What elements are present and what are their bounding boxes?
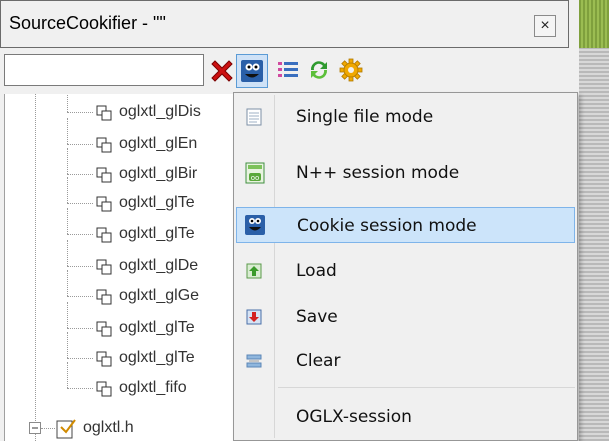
tree-item-label: oglxtl_glTe (119, 194, 195, 211)
tree-item-label: oglxtl_glGe (119, 287, 200, 304)
tree-item-label: oglxtl_glDe (119, 257, 199, 274)
menu-item-load[interactable]: Load (236, 253, 575, 289)
menu-item-label: N++ session mode (296, 163, 460, 183)
menu-item-single-file-mode[interactable]: Single file mode (236, 99, 575, 135)
refresh-icon[interactable] (306, 56, 332, 84)
tree-item-label: oglxtl_glEn (119, 135, 198, 152)
cookie-monster-icon (245, 215, 265, 235)
menu-separator (278, 387, 575, 388)
npp-session-icon: oo (245, 162, 265, 184)
symbol-node-icon (96, 381, 112, 397)
menu-item-clear[interactable]: Clear (236, 343, 575, 379)
menu-item-oglx-session[interactable]: OGLX-session (236, 399, 575, 435)
menu-item-save[interactable]: Save (236, 299, 575, 335)
symbol-node-icon (96, 321, 112, 337)
menu-item-label: Save (296, 307, 338, 327)
symbol-node-icon (96, 259, 112, 275)
symbol-node-icon (96, 351, 112, 367)
tree-item-label: oglxtl_fifo (119, 379, 187, 396)
symbol-node-icon (96, 196, 112, 212)
tree-item[interactable]: oglxtl_glGe (5, 270, 255, 310)
tree-item-label: oglxtl_glTe (119, 319, 195, 336)
menu-item-label: Single file mode (296, 107, 434, 127)
symbol-node-icon (96, 227, 112, 243)
close-button[interactable]: × (534, 15, 556, 37)
tree-item[interactable]: oglxtl_glTe (5, 332, 255, 372)
tree-item-label: oglxtl_glTe (119, 225, 195, 242)
symbol-node-icon (96, 105, 112, 121)
save-arrow-icon (246, 309, 262, 325)
load-arrow-icon (246, 263, 262, 279)
panel-title: SourceCookifier - "" (9, 13, 166, 33)
tree-item[interactable]: oglxtl_glTe (5, 208, 255, 248)
tree-item-label: oglxtl_glDis (119, 103, 201, 120)
tree-item[interactable]: oglxtl_glDe (5, 240, 255, 280)
svg-text:oo: oo (251, 174, 260, 182)
tree-item[interactable]: oglxtl_glTe (5, 302, 255, 342)
session-mode-menu: Single file mode oo N++ session mode Coo… (233, 92, 578, 441)
filter-input[interactable] (4, 54, 204, 86)
tree-item[interactable]: oglxtl_glEn (5, 118, 255, 158)
menu-item-label: OGLX-session (296, 407, 412, 427)
tree-item-label: oglxtl_glTe (119, 349, 195, 366)
symbol-tree[interactable]: oglxtl_glDis oglxtl_glEn oglxtl_glBir og… (4, 94, 255, 441)
clear-eraser-icon (246, 354, 262, 368)
tree-item[interactable]: oglxtl_glTe (5, 177, 255, 217)
tree-item-label: oglxtl_glBir (119, 165, 198, 182)
tree-item[interactable]: oglxtl_glDis (5, 94, 255, 126)
symbol-node-icon (96, 137, 112, 153)
menu-item-label: Cookie session mode (297, 216, 477, 236)
tree-file-label: oglxtl.h (83, 419, 134, 436)
symbol-node-icon (96, 167, 112, 183)
menu-item-npp-session-mode[interactable]: oo N++ session mode (236, 155, 575, 191)
tree-item[interactable]: oglxtl_fifo (5, 362, 255, 402)
settings-gear-icon[interactable] (338, 56, 364, 84)
list-view-icon[interactable] (276, 56, 302, 84)
cookie-session-icon[interactable] (236, 54, 268, 88)
panel-toolbar (0, 48, 569, 92)
header-file-icon (56, 419, 76, 439)
document-icon (246, 108, 262, 126)
menu-item-label: Load (296, 261, 337, 281)
clear-filter-icon[interactable] (209, 56, 235, 84)
background-editor-strip (579, 0, 609, 441)
tree-file-item[interactable]: oglxtl.h (5, 416, 255, 441)
menu-item-label: Clear (296, 351, 341, 371)
tree-item[interactable]: oglxtl_glBir (5, 148, 255, 188)
symbol-node-icon (96, 289, 112, 305)
background-editor-tab (579, 0, 609, 48)
collapse-toggle-icon[interactable] (29, 422, 41, 434)
menu-item-cookie-session-mode[interactable]: Cookie session mode (236, 207, 575, 243)
panel-titlebar: SourceCookifier - "" × (0, 0, 569, 48)
